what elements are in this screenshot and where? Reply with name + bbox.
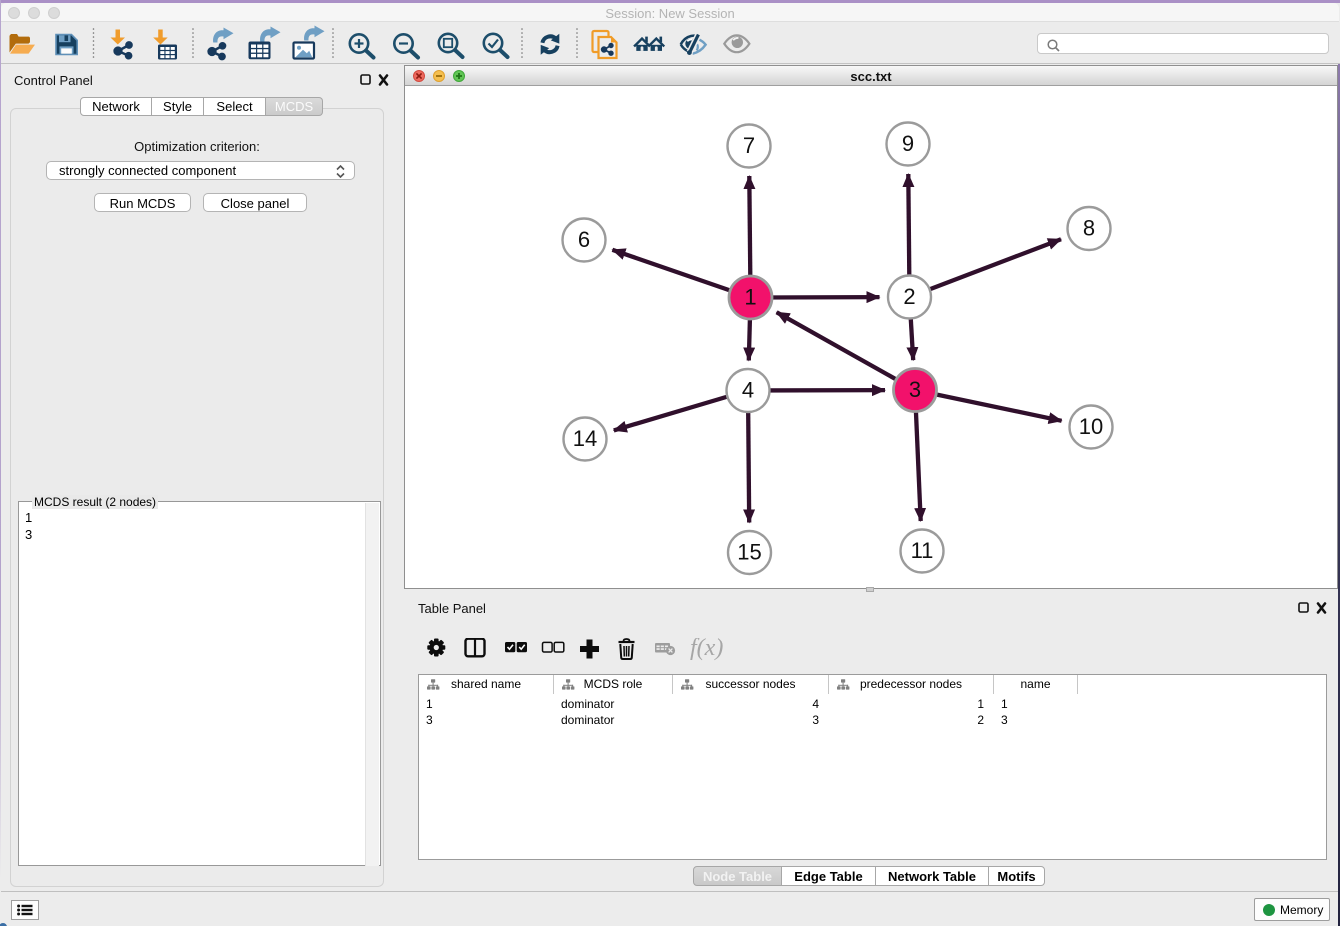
svg-text:4: 4 xyxy=(742,378,754,403)
svg-text:7: 7 xyxy=(743,133,755,158)
svg-text:15: 15 xyxy=(737,540,761,565)
svg-text:10: 10 xyxy=(1079,414,1103,439)
svg-text:f(x): f(x) xyxy=(690,638,723,661)
svg-text:6: 6 xyxy=(578,227,590,252)
svg-text:14: 14 xyxy=(573,426,597,451)
svg-text:9: 9 xyxy=(902,131,914,156)
svg-text:2: 2 xyxy=(903,284,915,309)
svg-text:11: 11 xyxy=(911,538,934,563)
svg-text:3: 3 xyxy=(909,377,921,402)
svg-text:8: 8 xyxy=(1083,216,1095,241)
svg-text:1: 1 xyxy=(744,285,756,310)
